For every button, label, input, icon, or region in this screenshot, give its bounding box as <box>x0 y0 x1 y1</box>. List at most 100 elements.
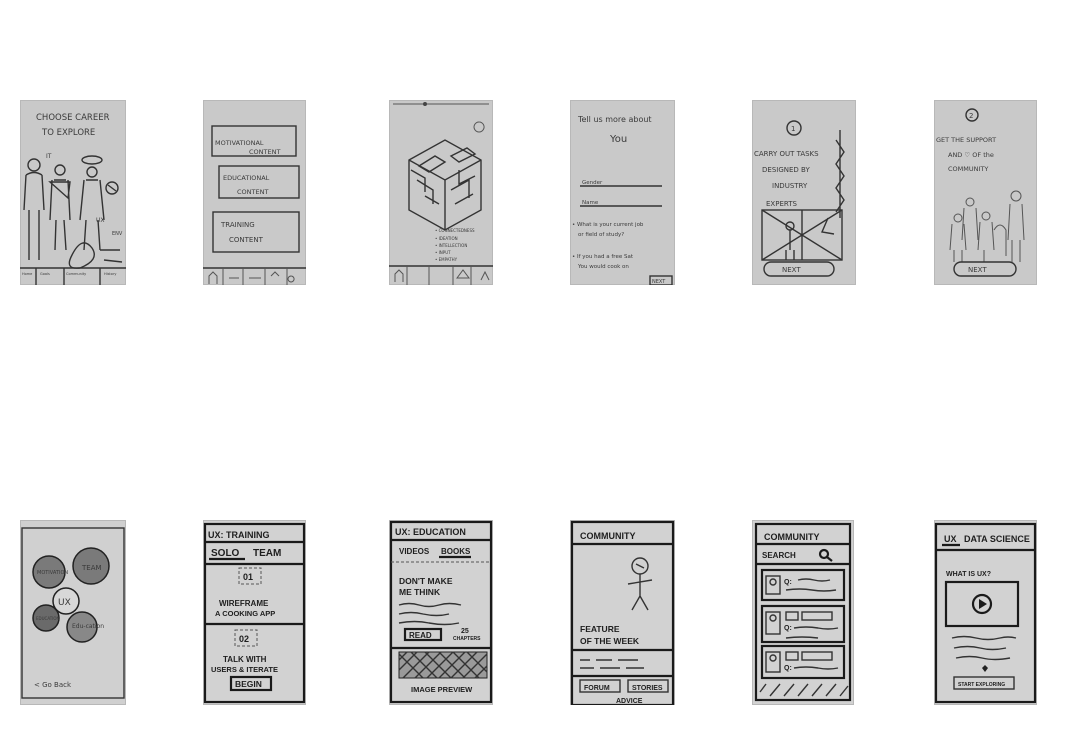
tab-data-science[interactable]: DATA SCIENCE <box>964 534 1030 544</box>
tab-history[interactable]: History <box>104 272 116 276</box>
next-button-label: NEXT <box>968 266 987 274</box>
a2-label: Q: <box>784 665 792 672</box>
bubble-team-label: TEAM <box>81 564 102 572</box>
bubble-education-alt-label: EDUCATION <box>36 616 60 621</box>
text-line-1: CARRY OUT TASKS <box>754 150 819 158</box>
question-2-line2: You would cook on <box>577 264 629 270</box>
image-preview-label: IMAGE PREVIEW <box>411 685 473 694</box>
task-2-number: 02 <box>239 634 249 644</box>
answer-card[interactable]: Q: <box>760 604 846 644</box>
tab-solo[interactable]: SOLO <box>211 548 240 559</box>
cube-illustration <box>408 139 482 231</box>
sketch-carry-out-tasks: 1 CARRY OUT TASKS DESIGNED BY INDUSTRY E… <box>752 100 856 285</box>
stick-figure <box>627 557 653 611</box>
list-item-2: • IDEATION <box>435 236 458 241</box>
title-line-1: CHOOSE CAREER <box>36 113 110 123</box>
step-number: 1 <box>791 125 795 133</box>
go-back-link[interactable]: < Go Back <box>34 681 72 689</box>
sketch-community-feature: COMMUNITY FEATURE OF THE WEEK FORUM STOR… <box>570 520 675 705</box>
sketch-community-support: 2 GET THE SUPPORT AND ♡ OF the COMMUNITY… <box>934 100 1037 285</box>
tag-it: IT <box>46 153 52 160</box>
task-2-line2: USERS & ITERATE <box>211 665 278 674</box>
tag-ux: UX <box>96 217 105 224</box>
question-card[interactable]: Q: <box>760 568 846 602</box>
sketch-choose-career: CHOOSE CAREER TO EXPLORE IT UX ENV Home … <box>20 100 126 285</box>
tab-videos[interactable]: VIDEOS <box>399 547 430 556</box>
text-line-2: DESIGNED BY <box>762 166 810 174</box>
people-illustration <box>23 155 123 269</box>
bubble-ux-label: UX <box>58 598 71 608</box>
card-training-line2: CONTENT <box>229 236 264 244</box>
tag-env: ENV <box>112 231 123 237</box>
advice-button-label[interactable]: ADVICE <box>616 698 643 705</box>
title-line-2: TO EXPLORE <box>41 128 95 138</box>
page-header: COMMUNITY <box>580 531 636 541</box>
task-2-line1: TALK WITH <box>223 655 267 664</box>
text-line-4: EXPERTS <box>766 200 797 208</box>
title-line-2: You <box>609 134 627 145</box>
chapters-label: CHAPTERS <box>453 636 481 642</box>
task-1-line1: WIREFRAME <box>219 599 269 608</box>
question-1-line1: • What is your current job <box>572 222 644 228</box>
tab-ux[interactable]: UX <box>944 534 957 544</box>
card-training-line1: TRAINING <box>220 221 255 229</box>
bubble-education-label: Edu-cation <box>72 623 104 630</box>
bubble-motivation-label: MOTIVATION <box>37 570 68 576</box>
name-label: Name <box>582 200 599 206</box>
list-item-1: • CONNECTEDNESS <box>435 228 475 233</box>
tab-goals[interactable]: Goals <box>40 272 50 276</box>
card-motivational-line1: MOTIVATIONAL <box>215 139 264 147</box>
feature-line1: FEATURE <box>580 624 620 634</box>
community-illustration <box>949 190 1025 262</box>
chapter-count: 25 <box>461 628 469 635</box>
book-title-line2: ME THINK <box>399 587 441 597</box>
sketch-what-is-ux: UX DATA SCIENCE WHAT IS UX? START EXPLOR… <box>934 520 1037 705</box>
title-line-1: Tell us more about <box>577 115 652 124</box>
list-item-3: • INTELLECTION <box>435 243 467 248</box>
tab-books[interactable]: BOOKS <box>441 547 471 556</box>
sketch-strengths-cube: • CONNECTEDNESS • IDEATION • INTELLECTIO… <box>389 100 493 285</box>
list-item-4: • INPUT <box>435 250 451 255</box>
question-title: WHAT IS UX? <box>946 571 991 578</box>
gender-label: Gender <box>582 180 603 186</box>
text-line-3: INDUSTRY <box>772 182 808 190</box>
card-motivational-line2: CONTENT <box>249 148 280 156</box>
search-icon[interactable] <box>818 548 833 562</box>
question-2-line1: • If you had a free Sat <box>572 254 634 260</box>
stories-button-label: STORIES <box>632 685 663 692</box>
card-training[interactable] <box>212 211 300 253</box>
forum-button-label: FORUM <box>584 685 610 692</box>
begin-button-label: BEGIN <box>235 679 262 689</box>
sketch-tell-us-more: Tell us more about You Gender Name • Wha… <box>570 100 675 285</box>
task-1-number: 01 <box>243 572 253 582</box>
card-educational-line1: EDUCATIONAL <box>223 174 270 182</box>
answer-card-2[interactable]: Q: <box>760 644 846 680</box>
page-header: COMMUNITY <box>764 532 820 542</box>
page-header: UX: EDUCATION <box>395 527 466 537</box>
q-label: Q: <box>784 579 792 586</box>
tab-home[interactable]: Home <box>22 272 32 276</box>
next-button-label: NEXT <box>652 279 666 285</box>
task-1-line2: A COOKING APP <box>215 609 275 618</box>
sketch-community-search: COMMUNITY SEARCH Q: Q: Q: <box>752 520 854 705</box>
tab-team[interactable]: TEAM <box>253 548 281 559</box>
book-title-line1: DON'T MAKE <box>399 576 453 586</box>
image-preview-hatch <box>398 651 488 679</box>
search-label: SEARCH <box>762 551 796 560</box>
start-exploring-label: START EXPLORING <box>958 682 1005 688</box>
text-line-2: AND ♡ OF the <box>948 151 994 159</box>
list-item-5: • EMPATHY <box>435 257 458 262</box>
text-line-1: GET THE SUPPORT <box>936 136 996 144</box>
card-educational-line2: CONTENT <box>237 188 268 196</box>
page-header: UX: TRAINING <box>208 530 270 540</box>
feature-line2: OF THE WEEK <box>580 636 640 646</box>
question-1-line2: or field of study? <box>578 232 624 238</box>
next-button-label: NEXT <box>782 266 801 274</box>
sketch-ux-training: UX: TRAINING SOLO TEAM 01 WIREFRAME A CO… <box>203 520 306 705</box>
tab-community[interactable]: Community <box>66 272 86 276</box>
sketch-ux-bubbles: MOTIVATION TEAM UX EDUCATION Edu-cation … <box>20 520 126 705</box>
read-button-label: READ <box>409 631 432 640</box>
sketch-content-cards: MOTIVATIONAL CONTENT EDUCATIONAL CONTENT… <box>203 100 306 285</box>
text-line-3: COMMUNITY <box>948 165 988 173</box>
sketch-ux-education: UX: EDUCATION VIDEOS BOOKS DON'T MAKE ME… <box>389 520 493 705</box>
